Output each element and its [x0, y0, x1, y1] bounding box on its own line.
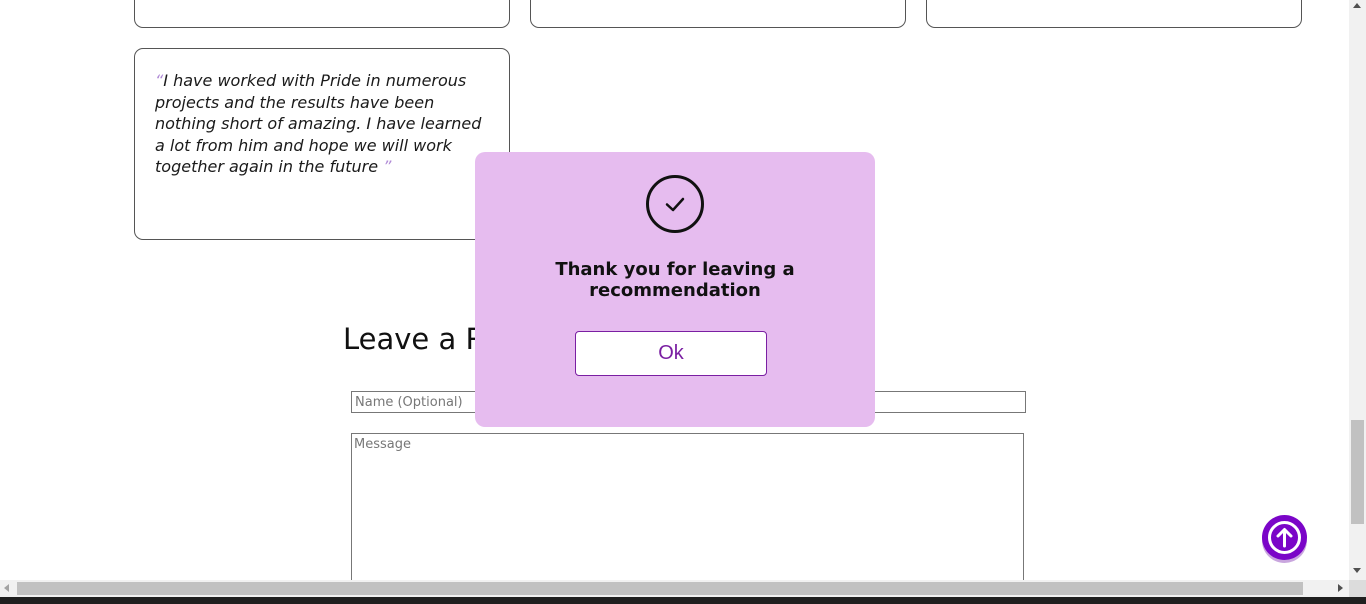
vertical-scrollbar[interactable] — [1349, 0, 1366, 580]
scroll-up-arrow-icon[interactable] — [1353, 3, 1361, 8]
dialog-message: Thank you for leaving a recommendation — [555, 259, 795, 301]
recommendation-card — [134, 0, 510, 28]
close-quote-mark: ” — [383, 157, 392, 176]
scroll-down-arrow-icon[interactable] — [1353, 568, 1361, 573]
check-circle-icon — [646, 175, 704, 233]
recommendation-card — [530, 0, 906, 28]
taskbar-strip — [0, 597, 1366, 604]
scroll-to-top-button[interactable] — [1262, 515, 1307, 560]
recommendation-card: “I have worked with Pride in numerous pr… — [134, 48, 510, 240]
recommendation-body: I have worked with Pride in numerous pro… — [155, 71, 482, 176]
recommendation-card — [926, 0, 1302, 28]
horizontal-scrollbar-thumb[interactable] — [17, 582, 1303, 595]
message-input[interactable] — [351, 433, 1024, 580]
vertical-scrollbar-thumb[interactable] — [1351, 420, 1364, 524]
page: “I have worked with Pride in numerous pr… — [0, 0, 1349, 580]
horizontal-scrollbar[interactable] — [0, 580, 1349, 597]
arrow-up-icon — [1268, 521, 1301, 554]
confirmation-dialog: Thank you for leaving a recommendation O… — [475, 152, 875, 427]
recommendation-text: “I have worked with Pride in numerous pr… — [155, 70, 495, 178]
scrollbar-corner — [1349, 580, 1366, 597]
scroll-right-arrow-icon[interactable] — [1338, 584, 1343, 592]
scroll-left-arrow-icon[interactable] — [4, 584, 9, 592]
ok-button[interactable]: Ok — [575, 331, 767, 376]
